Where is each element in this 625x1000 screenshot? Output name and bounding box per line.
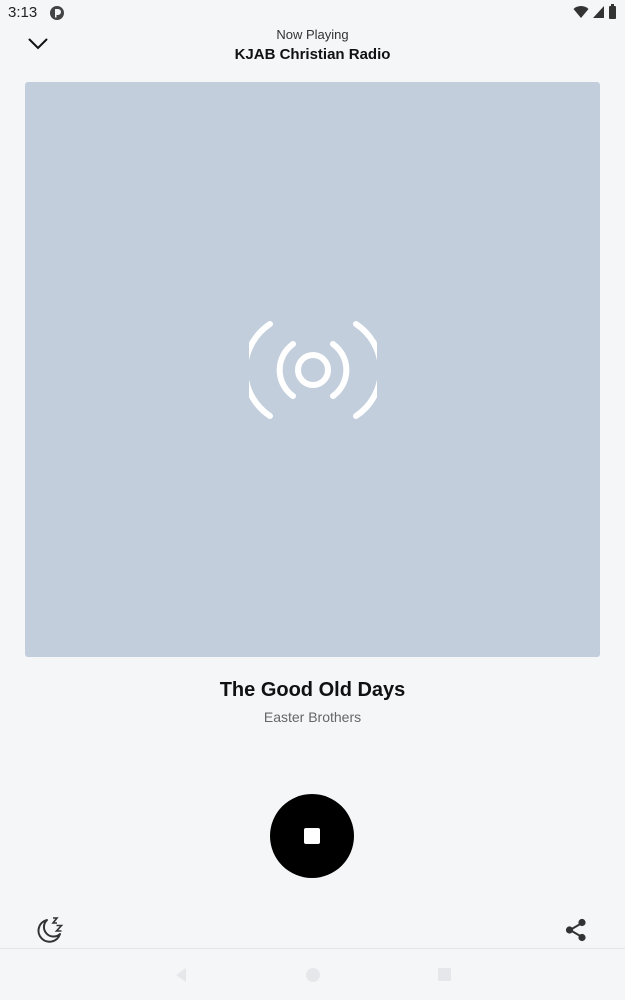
system-nav-bar (0, 949, 625, 1000)
back-icon[interactable] (174, 967, 188, 988)
track-artist: Easter Brothers (263, 709, 362, 725)
sleep-timer-button[interactable] (35, 915, 65, 945)
battery-icon (608, 4, 617, 24)
now-playing-label: Now Playing (276, 27, 349, 42)
status-icons (573, 4, 617, 24)
stop-icon (304, 828, 320, 844)
track-title: The Good Old Days (219, 679, 406, 701)
station-title: KJAB Christian Radio (234, 46, 391, 63)
signal-icon (592, 5, 605, 24)
recents-icon[interactable] (437, 967, 452, 987)
wifi-icon (573, 5, 589, 24)
status-bar: 3:13 (0, 0, 625, 26)
app-notification-icon (49, 5, 65, 21)
station-artwork (25, 82, 600, 657)
sleep-timer-icon (35, 917, 65, 949)
status-time: 3:13 (8, 4, 38, 21)
stop-button[interactable] (270, 794, 354, 878)
home-icon[interactable] (305, 967, 321, 988)
share-icon (562, 918, 590, 948)
share-button[interactable] (562, 916, 590, 944)
